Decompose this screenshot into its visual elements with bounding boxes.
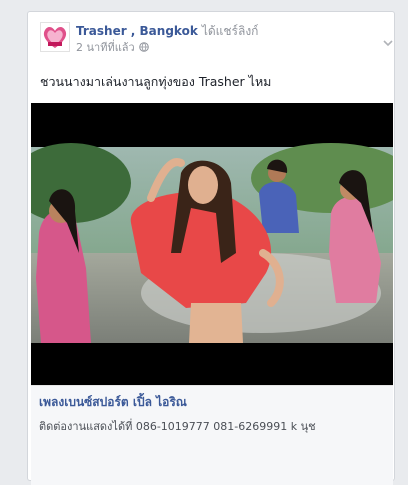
post-header: Trasher , Bangkok ได้แชร์ลิงก์ 2 นาทีที่แ… [40, 22, 393, 56]
post-meta: 2 นาทีที่แล้ว [76, 38, 149, 56]
globe-icon [138, 42, 149, 52]
action-text: ได้แชร์ลิงก์ [201, 24, 259, 38]
avatar[interactable] [40, 22, 70, 52]
post-text: ชวนนางมาเล่นงานลูกทุ่งของ Trasher ไหม [40, 74, 272, 89]
link-preview[interactable]: เพลงเบนซ์สปอร์ต เปิ้ล ไอริณ ติดต่องานแสด… [31, 385, 393, 485]
link-title[interactable]: เพลงเบนซ์สปอร์ต เปิ้ล ไอริณ [39, 393, 187, 412]
link-description: ติดต่องานแสดงได้ที่ 086-1019777 081-6269… [39, 420, 316, 433]
author-link[interactable]: Trasher , Bangkok [76, 24, 198, 38]
video-thumbnail[interactable] [31, 103, 393, 385]
post-card: Trasher , Bangkok ได้แชร์ลิงก์ 2 นาทีที่แ… [27, 11, 395, 485]
timestamp-link[interactable]: 2 นาทีที่แล้ว [76, 41, 135, 54]
chevron-down-icon[interactable] [382, 34, 394, 47]
